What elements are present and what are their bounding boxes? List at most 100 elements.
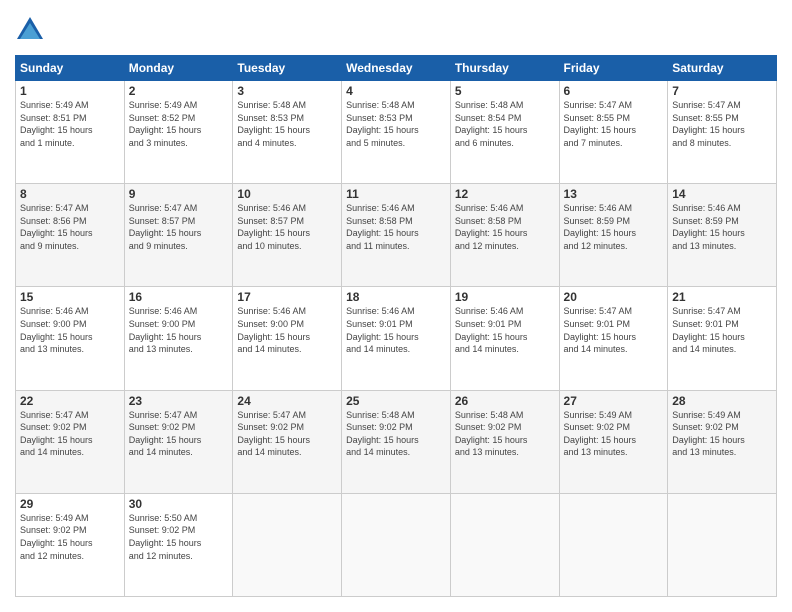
day-number: 18 xyxy=(346,290,446,304)
table-row: 18Sunrise: 5:46 AM Sunset: 9:01 PM Dayli… xyxy=(342,287,451,390)
day-info: Sunrise: 5:47 AM Sunset: 8:56 PM Dayligh… xyxy=(20,202,120,252)
table-row xyxy=(668,493,777,596)
table-row: 17Sunrise: 5:46 AM Sunset: 9:00 PM Dayli… xyxy=(233,287,342,390)
day-number: 16 xyxy=(129,290,229,304)
table-row: 23Sunrise: 5:47 AM Sunset: 9:02 PM Dayli… xyxy=(124,390,233,493)
day-number: 30 xyxy=(129,497,229,511)
table-row: 21Sunrise: 5:47 AM Sunset: 9:01 PM Dayli… xyxy=(668,287,777,390)
day-info: Sunrise: 5:46 AM Sunset: 8:58 PM Dayligh… xyxy=(455,202,555,252)
day-info: Sunrise: 5:46 AM Sunset: 9:00 PM Dayligh… xyxy=(237,305,337,355)
day-info: Sunrise: 5:47 AM Sunset: 8:55 PM Dayligh… xyxy=(564,99,664,149)
day-number: 29 xyxy=(20,497,120,511)
day-number: 22 xyxy=(20,394,120,408)
header-row: SundayMondayTuesdayWednesdayThursdayFrid… xyxy=(16,56,777,81)
weekday-header-sunday: Sunday xyxy=(16,56,125,81)
table-row: 19Sunrise: 5:46 AM Sunset: 9:01 PM Dayli… xyxy=(450,287,559,390)
day-number: 3 xyxy=(237,84,337,98)
day-number: 9 xyxy=(129,187,229,201)
table-row: 3Sunrise: 5:48 AM Sunset: 8:53 PM Daylig… xyxy=(233,81,342,184)
day-info: Sunrise: 5:47 AM Sunset: 9:01 PM Dayligh… xyxy=(672,305,772,355)
table-row: 27Sunrise: 5:49 AM Sunset: 9:02 PM Dayli… xyxy=(559,390,668,493)
day-number: 6 xyxy=(564,84,664,98)
day-info: Sunrise: 5:48 AM Sunset: 9:02 PM Dayligh… xyxy=(346,409,446,459)
day-info: Sunrise: 5:48 AM Sunset: 8:54 PM Dayligh… xyxy=(455,99,555,149)
weekday-header-wednesday: Wednesday xyxy=(342,56,451,81)
day-number: 11 xyxy=(346,187,446,201)
day-number: 14 xyxy=(672,187,772,201)
table-row xyxy=(450,493,559,596)
calendar-table: SundayMondayTuesdayWednesdayThursdayFrid… xyxy=(15,55,777,597)
table-row: 13Sunrise: 5:46 AM Sunset: 8:59 PM Dayli… xyxy=(559,184,668,287)
table-row: 30Sunrise: 5:50 AM Sunset: 9:02 PM Dayli… xyxy=(124,493,233,596)
header xyxy=(15,15,777,45)
calendar-week-1: 1Sunrise: 5:49 AM Sunset: 8:51 PM Daylig… xyxy=(16,81,777,184)
weekday-header-friday: Friday xyxy=(559,56,668,81)
day-info: Sunrise: 5:50 AM Sunset: 9:02 PM Dayligh… xyxy=(129,512,229,562)
day-number: 4 xyxy=(346,84,446,98)
day-info: Sunrise: 5:49 AM Sunset: 8:51 PM Dayligh… xyxy=(20,99,120,149)
table-row: 9Sunrise: 5:47 AM Sunset: 8:57 PM Daylig… xyxy=(124,184,233,287)
table-row: 22Sunrise: 5:47 AM Sunset: 9:02 PM Dayli… xyxy=(16,390,125,493)
day-info: Sunrise: 5:46 AM Sunset: 8:59 PM Dayligh… xyxy=(564,202,664,252)
table-row: 25Sunrise: 5:48 AM Sunset: 9:02 PM Dayli… xyxy=(342,390,451,493)
table-row: 8Sunrise: 5:47 AM Sunset: 8:56 PM Daylig… xyxy=(16,184,125,287)
day-number: 23 xyxy=(129,394,229,408)
table-row xyxy=(233,493,342,596)
table-row: 11Sunrise: 5:46 AM Sunset: 8:58 PM Dayli… xyxy=(342,184,451,287)
weekday-header-thursday: Thursday xyxy=(450,56,559,81)
calendar-week-5: 29Sunrise: 5:49 AM Sunset: 9:02 PM Dayli… xyxy=(16,493,777,596)
calendar-week-3: 15Sunrise: 5:46 AM Sunset: 9:00 PM Dayli… xyxy=(16,287,777,390)
table-row: 29Sunrise: 5:49 AM Sunset: 9:02 PM Dayli… xyxy=(16,493,125,596)
page: SundayMondayTuesdayWednesdayThursdayFrid… xyxy=(0,0,792,612)
day-number: 25 xyxy=(346,394,446,408)
day-info: Sunrise: 5:46 AM Sunset: 9:00 PM Dayligh… xyxy=(20,305,120,355)
day-number: 10 xyxy=(237,187,337,201)
day-info: Sunrise: 5:46 AM Sunset: 9:00 PM Dayligh… xyxy=(129,305,229,355)
day-info: Sunrise: 5:49 AM Sunset: 9:02 PM Dayligh… xyxy=(20,512,120,562)
table-row: 4Sunrise: 5:48 AM Sunset: 8:53 PM Daylig… xyxy=(342,81,451,184)
table-row: 6Sunrise: 5:47 AM Sunset: 8:55 PM Daylig… xyxy=(559,81,668,184)
day-info: Sunrise: 5:46 AM Sunset: 9:01 PM Dayligh… xyxy=(346,305,446,355)
day-number: 5 xyxy=(455,84,555,98)
day-number: 19 xyxy=(455,290,555,304)
day-number: 1 xyxy=(20,84,120,98)
day-number: 13 xyxy=(564,187,664,201)
weekday-header-saturday: Saturday xyxy=(668,56,777,81)
day-info: Sunrise: 5:49 AM Sunset: 9:02 PM Dayligh… xyxy=(564,409,664,459)
day-number: 12 xyxy=(455,187,555,201)
day-info: Sunrise: 5:49 AM Sunset: 8:52 PM Dayligh… xyxy=(129,99,229,149)
day-info: Sunrise: 5:48 AM Sunset: 8:53 PM Dayligh… xyxy=(346,99,446,149)
table-row: 28Sunrise: 5:49 AM Sunset: 9:02 PM Dayli… xyxy=(668,390,777,493)
table-row: 1Sunrise: 5:49 AM Sunset: 8:51 PM Daylig… xyxy=(16,81,125,184)
weekday-header-tuesday: Tuesday xyxy=(233,56,342,81)
day-info: Sunrise: 5:47 AM Sunset: 9:01 PM Dayligh… xyxy=(564,305,664,355)
table-row: 14Sunrise: 5:46 AM Sunset: 8:59 PM Dayli… xyxy=(668,184,777,287)
day-info: Sunrise: 5:48 AM Sunset: 8:53 PM Dayligh… xyxy=(237,99,337,149)
day-number: 27 xyxy=(564,394,664,408)
table-row: 16Sunrise: 5:46 AM Sunset: 9:00 PM Dayli… xyxy=(124,287,233,390)
day-number: 28 xyxy=(672,394,772,408)
day-info: Sunrise: 5:46 AM Sunset: 8:59 PM Dayligh… xyxy=(672,202,772,252)
day-number: 2 xyxy=(129,84,229,98)
day-number: 24 xyxy=(237,394,337,408)
day-number: 26 xyxy=(455,394,555,408)
table-row: 26Sunrise: 5:48 AM Sunset: 9:02 PM Dayli… xyxy=(450,390,559,493)
table-row: 2Sunrise: 5:49 AM Sunset: 8:52 PM Daylig… xyxy=(124,81,233,184)
table-row xyxy=(342,493,451,596)
calendar-week-2: 8Sunrise: 5:47 AM Sunset: 8:56 PM Daylig… xyxy=(16,184,777,287)
day-number: 8 xyxy=(20,187,120,201)
table-row: 10Sunrise: 5:46 AM Sunset: 8:57 PM Dayli… xyxy=(233,184,342,287)
day-info: Sunrise: 5:46 AM Sunset: 8:57 PM Dayligh… xyxy=(237,202,337,252)
day-info: Sunrise: 5:49 AM Sunset: 9:02 PM Dayligh… xyxy=(672,409,772,459)
day-info: Sunrise: 5:47 AM Sunset: 9:02 PM Dayligh… xyxy=(20,409,120,459)
day-info: Sunrise: 5:48 AM Sunset: 9:02 PM Dayligh… xyxy=(455,409,555,459)
table-row: 7Sunrise: 5:47 AM Sunset: 8:55 PM Daylig… xyxy=(668,81,777,184)
calendar-week-4: 22Sunrise: 5:47 AM Sunset: 9:02 PM Dayli… xyxy=(16,390,777,493)
weekday-header-monday: Monday xyxy=(124,56,233,81)
table-row: 12Sunrise: 5:46 AM Sunset: 8:58 PM Dayli… xyxy=(450,184,559,287)
table-row: 20Sunrise: 5:47 AM Sunset: 9:01 PM Dayli… xyxy=(559,287,668,390)
table-row xyxy=(559,493,668,596)
day-number: 20 xyxy=(564,290,664,304)
day-number: 7 xyxy=(672,84,772,98)
day-info: Sunrise: 5:47 AM Sunset: 8:55 PM Dayligh… xyxy=(672,99,772,149)
